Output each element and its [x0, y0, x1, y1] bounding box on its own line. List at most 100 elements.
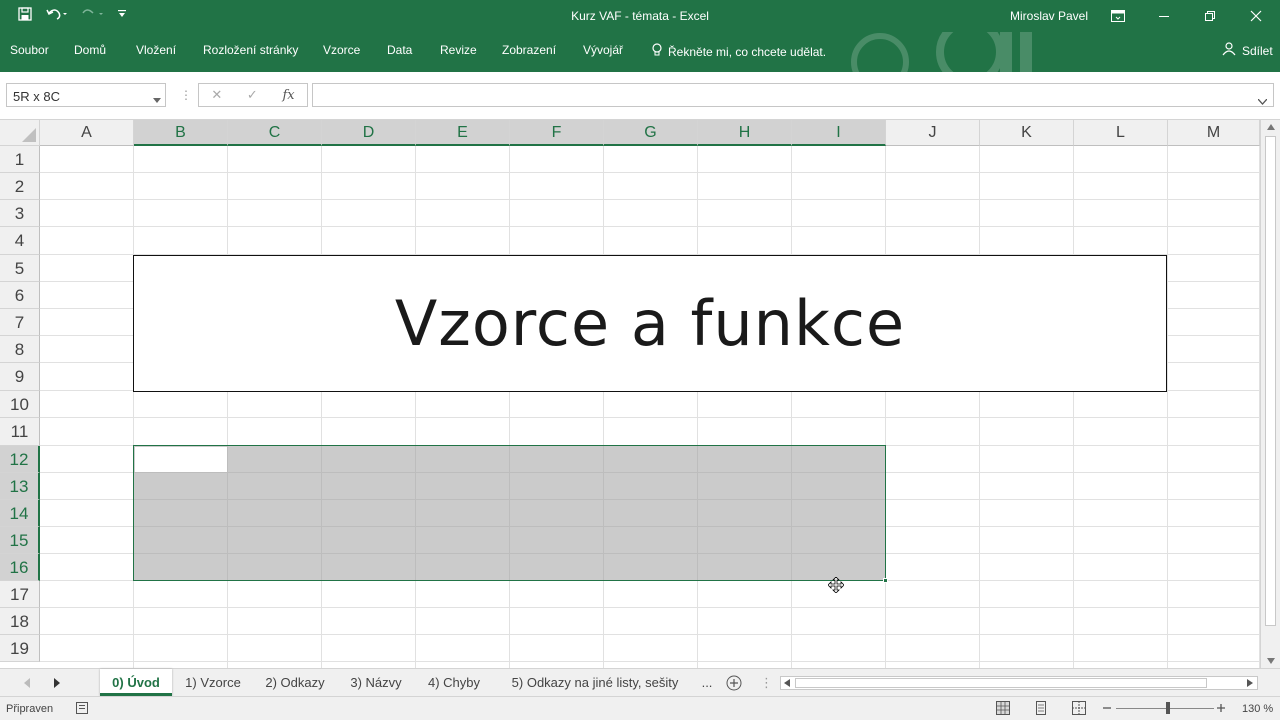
formula-bar-splitter[interactable]: ⋮: [180, 88, 192, 102]
column-header-d[interactable]: D: [322, 120, 416, 146]
sheet-tab-vzorce[interactable]: 1) Vzorce: [176, 669, 250, 696]
macro-record-icon[interactable]: [76, 702, 88, 717]
sheet-tab-chyby[interactable]: 4) Chyby: [420, 669, 488, 696]
tab-revize[interactable]: Revize: [440, 43, 477, 57]
row-header-16[interactable]: 16: [0, 554, 40, 581]
tab-vzorce[interactable]: Vzorce: [323, 43, 360, 57]
tab-soubor[interactable]: Soubor: [10, 43, 49, 57]
ribbon-display-options-icon[interactable]: [1108, 6, 1128, 26]
tab-domu[interactable]: Domů: [74, 43, 106, 57]
tab-vyvojar[interactable]: Vývojář: [583, 43, 623, 57]
row-header-18[interactable]: 18: [0, 608, 40, 635]
zoom-out-icon[interactable]: [1102, 701, 1112, 718]
column-header-g[interactable]: G: [604, 120, 698, 146]
merged-title-cell[interactable]: Vzorce a funkce: [133, 255, 1167, 392]
tab-zobrazeni[interactable]: Zobrazení: [502, 43, 556, 57]
tell-me-search[interactable]: Řekněte mi, co chcete udělat.: [652, 43, 826, 60]
row-header-3[interactable]: 3: [0, 200, 40, 227]
scroll-up-icon[interactable]: [1267, 124, 1275, 130]
close-icon[interactable]: [1246, 6, 1266, 26]
row-header-15[interactable]: 15: [0, 527, 40, 554]
sheet-tab-odkazy-jine-listy[interactable]: 5) Odkazy na jiné listy, sešity: [502, 669, 688, 696]
row-header-5[interactable]: 5: [0, 255, 40, 282]
minimize-icon[interactable]: [1154, 6, 1174, 26]
tab-data[interactable]: Data: [387, 43, 412, 57]
page-layout-view-icon[interactable]: [1034, 701, 1048, 718]
share-button[interactable]: Sdílet: [1222, 42, 1273, 59]
column-header-j[interactable]: J: [886, 120, 980, 146]
row-header-13[interactable]: 13: [0, 473, 40, 500]
row-header-4[interactable]: 4: [0, 227, 40, 255]
title-bar: Kurz VAF - témata - Excel Miroslav Pavel: [0, 0, 1280, 32]
tab-rozlozeni-stranky[interactable]: Rozložení stránky: [203, 43, 298, 57]
row-header-14[interactable]: 14: [0, 500, 40, 527]
horizontal-scroll-thumb[interactable]: [795, 678, 1207, 688]
horizontal-scrollbar[interactable]: [780, 676, 1258, 690]
lightbulb-icon: [652, 43, 662, 60]
restore-icon[interactable]: [1200, 6, 1220, 26]
row-header-2[interactable]: 2: [0, 173, 40, 200]
gridline-vertical: [1167, 146, 1168, 668]
gridline-vertical: [885, 146, 886, 668]
row-header-10[interactable]: 10: [0, 391, 40, 418]
zoom-level[interactable]: 130 %: [1242, 703, 1273, 715]
fill-handle[interactable]: [883, 578, 888, 583]
enter-icon[interactable]: ✓: [247, 87, 258, 103]
row-header-6[interactable]: 6: [0, 282, 40, 309]
page-break-view-icon[interactable]: [1072, 701, 1086, 718]
select-all-button[interactable]: [0, 120, 40, 146]
formula-bar: 5R x 8C ⋮ ✕ ✓ fx: [0, 72, 1280, 120]
zoom-slider-thumb[interactable]: [1166, 702, 1170, 714]
column-header-a[interactable]: A: [40, 120, 134, 146]
worksheet-grid[interactable]: A B C D E F G H I J K L M 1 2 3 4 5 6 7 8 9 10 11 12 13 14 15 16 17 18…: [0, 120, 1260, 668]
gridline-horizontal: [40, 172, 1260, 173]
normal-view-icon[interactable]: [996, 701, 1010, 718]
row-header-12[interactable]: 12: [0, 446, 40, 473]
insert-function-icon[interactable]: fx: [282, 88, 294, 103]
more-sheets-button[interactable]: ...: [696, 669, 718, 696]
tab-vlozeni[interactable]: Vložení: [136, 43, 176, 57]
name-box[interactable]: 5R x 8C: [6, 83, 166, 107]
add-sheet-icon[interactable]: [726, 675, 742, 694]
sheet-tab-odkazy[interactable]: 2) Odkazy: [256, 669, 334, 696]
expand-formula-bar-icon[interactable]: [1257, 92, 1268, 110]
tab-splitter[interactable]: ⋮: [760, 675, 773, 691]
sheet-tab-uvod[interactable]: 0) Úvod: [100, 669, 172, 696]
zoom-slider[interactable]: [1116, 702, 1214, 714]
active-cell[interactable]: [135, 447, 227, 472]
prev-sheet-icon[interactable]: [24, 676, 30, 691]
row-header-17[interactable]: 17: [0, 581, 40, 608]
sheet-tab-bar: 0) Úvod 1) Vzorce 2) Odkazy 3) Názvy 4) …: [0, 668, 1280, 696]
vertical-scroll-thumb[interactable]: [1265, 136, 1276, 626]
scroll-down-icon[interactable]: [1267, 658, 1275, 664]
user-name[interactable]: Miroslav Pavel: [1010, 9, 1088, 23]
cancel-icon[interactable]: ✕: [211, 87, 222, 103]
row-header-11[interactable]: 11: [0, 418, 40, 446]
formula-input[interactable]: [312, 83, 1274, 107]
column-header-h[interactable]: H: [698, 120, 792, 146]
gridline-horizontal: [40, 417, 1260, 418]
chevron-down-icon[interactable]: [153, 92, 161, 107]
column-header-b[interactable]: B: [134, 120, 228, 146]
row-header-9[interactable]: 9: [0, 363, 40, 391]
column-header-e[interactable]: E: [416, 120, 510, 146]
row-header-19[interactable]: 19: [0, 635, 40, 662]
next-sheet-icon[interactable]: [54, 676, 60, 691]
column-header-m[interactable]: M: [1168, 120, 1260, 146]
sheet-tab-nazvy[interactable]: 3) Názvy: [342, 669, 410, 696]
column-header-k[interactable]: K: [980, 120, 1074, 146]
row-header-7[interactable]: 7: [0, 309, 40, 336]
row-header-8[interactable]: 8: [0, 336, 40, 363]
ribbon-tabs: Soubor Domů Vložení Rozložení stránky Vz…: [0, 32, 1280, 92]
scroll-right-icon[interactable]: [1247, 679, 1253, 687]
scroll-left-icon[interactable]: [784, 679, 790, 687]
gridline-horizontal: [40, 607, 1260, 608]
column-header-i[interactable]: I: [792, 120, 886, 146]
zoom-in-icon[interactable]: [1216, 701, 1226, 718]
vertical-scrollbar[interactable]: [1260, 120, 1280, 668]
selected-range[interactable]: [133, 445, 886, 581]
column-header-c[interactable]: C: [228, 120, 322, 146]
row-header-1[interactable]: 1: [0, 146, 40, 173]
column-header-f[interactable]: F: [510, 120, 604, 146]
column-header-l[interactable]: L: [1074, 120, 1168, 146]
